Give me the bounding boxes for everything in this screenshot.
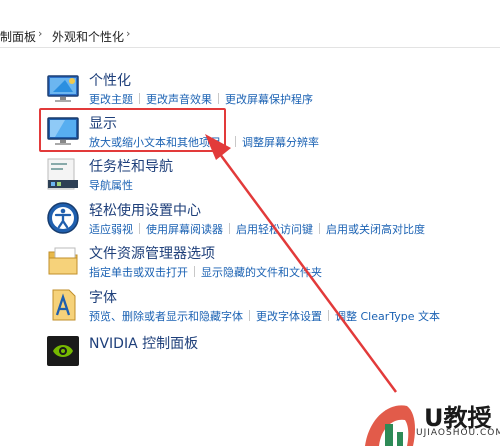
breadcrumb-appearance[interactable]: 外观和个性化 <box>52 28 124 45</box>
category-links: 适应弱视 使用屏幕阅读器 启用轻松访问键 启用或关闭高对比度 <box>89 221 425 237</box>
category-links: 更改主题 更改声音效果 更改屏幕保护程序 <box>89 91 313 107</box>
link-divider <box>328 310 329 321</box>
category-title[interactable]: 个性化 <box>89 70 131 90</box>
category-title[interactable]: 字体 <box>89 287 117 307</box>
link-navigation-properties[interactable]: 导航属性 <box>89 179 133 192</box>
link-change-screensaver[interactable]: 更改屏幕保护程序 <box>225 93 313 106</box>
link-change-theme[interactable]: 更改主题 <box>89 93 133 106</box>
folder-icon[interactable] <box>45 243 81 279</box>
address-bar[interactable]: 制面板 › 外观和个性化 › <box>0 22 500 48</box>
link-divider <box>235 136 236 147</box>
category-title[interactable]: NVIDIA 控制面板 <box>89 333 198 353</box>
link-cleartype[interactable]: 调整 ClearType 文本 <box>335 310 440 323</box>
category-links: 预览、删除或者显示和隐藏字体 更改字体设置 调整 ClearType 文本 <box>89 308 440 324</box>
breadcrumb-control-panel[interactable]: 制面板 <box>0 28 36 45</box>
link-font-settings[interactable]: 更改字体设置 <box>256 310 322 323</box>
link-divider <box>249 310 250 321</box>
link-low-vision[interactable]: 适应弱视 <box>89 223 133 236</box>
category-links: 指定单击或双击打开 显示隐藏的文件和文件夹 <box>89 264 322 280</box>
link-divider <box>139 223 140 234</box>
category-title[interactable]: 文件资源管理器选项 <box>89 243 215 263</box>
ease-of-access-icon[interactable] <box>45 200 81 236</box>
category-title[interactable]: 任务栏和导航 <box>89 156 173 176</box>
category-title[interactable]: 轻松使用设置中心 <box>89 200 201 220</box>
watermark-subtext: UJIAOSHOU.COM <box>416 428 500 438</box>
chevron-right-icon[interactable]: › <box>38 27 42 40</box>
link-change-sound[interactable]: 更改声音效果 <box>146 93 212 106</box>
link-screen-resolution[interactable]: 调整屏幕分辨率 <box>242 136 319 149</box>
fonts-icon[interactable] <box>45 287 81 323</box>
link-divider <box>194 266 195 277</box>
link-divider <box>139 93 140 104</box>
link-divider <box>229 223 230 234</box>
link-divider <box>319 223 320 234</box>
link-hidden-files[interactable]: 显示隐藏的文件和文件夹 <box>201 266 322 279</box>
link-high-contrast[interactable]: 启用或关闭高对比度 <box>326 223 425 236</box>
link-preview-fonts[interactable]: 预览、删除或者显示和隐藏字体 <box>89 310 243 323</box>
taskbar-icon[interactable] <box>45 156 81 192</box>
link-divider <box>218 93 219 104</box>
personalization-icon[interactable] <box>45 70 81 106</box>
link-access-keys[interactable]: 启用轻松访问键 <box>236 223 313 236</box>
link-click-options[interactable]: 指定单击或双击打开 <box>89 266 188 279</box>
window-top <box>0 0 500 22</box>
category-links: 导航属性 <box>89 177 133 193</box>
nvidia-icon[interactable] <box>45 333 81 369</box>
link-screen-reader[interactable]: 使用屏幕阅读器 <box>146 223 223 236</box>
chevron-right-icon[interactable]: › <box>126 27 130 40</box>
highlight-box <box>39 108 226 152</box>
